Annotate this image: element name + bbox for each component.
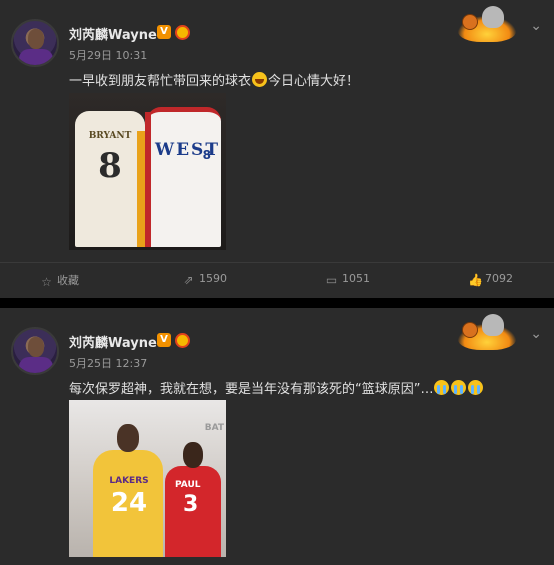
west-jersey: WEST 8 xyxy=(145,107,221,247)
comment-icon: ▭ xyxy=(325,273,338,287)
favorite-label: 收藏 xyxy=(57,274,79,287)
post-text-part: 今日心情大好！ xyxy=(268,74,360,89)
repost-icon: ⇗ xyxy=(183,273,194,287)
flame-decoration-icon xyxy=(458,4,516,44)
cry-emoji-icon xyxy=(468,380,484,395)
feed-card: 刘芮麟Wayne V 5月25日 12:37 每次保罗超神，我就在想，要是当年没… xyxy=(0,308,554,565)
jersey-team: LAKERS xyxy=(109,476,149,486)
thumbs-up-icon: 👍 xyxy=(468,273,483,287)
flame-decoration-icon xyxy=(458,312,516,352)
post-image[interactable]: BAT LAKERS 24 PAUL 3 xyxy=(69,400,226,557)
clippers-player: PAUL 3 xyxy=(165,442,221,557)
repost-button[interactable]: ⇗ 1590 xyxy=(182,272,227,287)
verified-icon: V xyxy=(157,333,171,347)
image-corner-text: BAT xyxy=(204,423,224,433)
post-text-part: 一早收到朋友帮忙带回来的球衣 xyxy=(69,74,252,89)
post-text: 每次保罗超神，我就在想，要是当年没有那该死的“篮球原因”… xyxy=(69,378,484,397)
medal-icon xyxy=(175,25,190,40)
comment-count: 1051 xyxy=(342,272,370,285)
post-time[interactable]: 5月29日 10:31 xyxy=(69,47,147,63)
jersey-number: 8 xyxy=(98,146,122,186)
like-button[interactable]: 👍 7092 xyxy=(468,272,513,287)
verified-icon: V xyxy=(157,25,171,39)
favorite-button[interactable]: ☆ 收藏 xyxy=(40,272,79,289)
lakers-player: LAKERS 24 xyxy=(93,424,163,557)
avatar[interactable] xyxy=(11,19,59,67)
jersey-name: PAUL xyxy=(175,480,201,490)
feed-card: 刘芮麟Wayne V 5月29日 10:31 一早收到朋友帮忙带回来的球衣 今日心… xyxy=(0,0,554,298)
laugh-emoji-icon xyxy=(252,72,268,87)
star-icon: ☆ xyxy=(41,275,52,289)
avatar[interactable] xyxy=(11,327,59,375)
username[interactable]: 刘芮麟Wayne xyxy=(69,24,157,43)
chevron-down-icon[interactable]: ⌄ xyxy=(530,326,542,342)
jersey-number: 3 xyxy=(183,492,199,517)
comment-button[interactable]: ▭ 1051 xyxy=(325,272,370,287)
post-text-part: 每次保罗超神，我就在想，要是当年没有那该死的“篮球原因”… xyxy=(69,382,434,397)
post-time[interactable]: 5月25日 12:37 xyxy=(69,355,147,371)
jersey-number: 24 xyxy=(110,488,148,518)
jersey-name: BRYANT xyxy=(88,131,132,141)
action-bar: ☆ 收藏 ⇗ 1590 ▭ 1051 👍 7092 xyxy=(0,262,554,294)
repost-count: 1590 xyxy=(199,272,227,285)
chevron-down-icon[interactable]: ⌄ xyxy=(530,18,542,34)
post-text: 一早收到朋友帮忙带回来的球衣 今日心情大好！ xyxy=(69,70,359,89)
cry-emoji-icon xyxy=(451,380,467,395)
like-count: 7092 xyxy=(485,272,513,285)
post-image[interactable]: BRYANT 8 WEST 8 xyxy=(69,93,226,250)
medal-icon xyxy=(175,333,190,348)
bryant-jersey: BRYANT 8 xyxy=(75,111,149,247)
cry-emoji-icon xyxy=(434,380,450,395)
username[interactable]: 刘芮麟Wayne xyxy=(69,332,157,351)
jersey-number: 8 xyxy=(202,148,211,162)
